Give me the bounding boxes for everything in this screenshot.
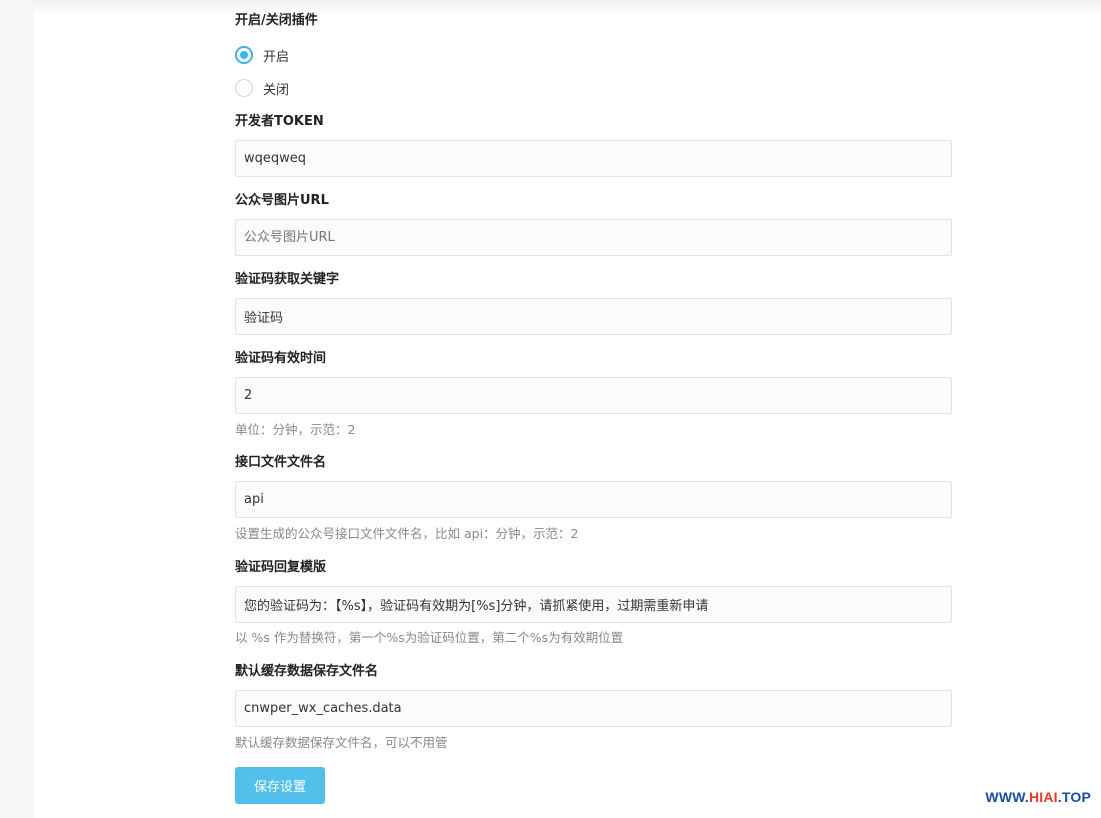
save-settings-button[interactable]: 保存设置: [235, 767, 325, 804]
valid-time-input[interactable]: [235, 377, 952, 414]
watermark-accent: HIAI: [1028, 789, 1058, 805]
api-file-input[interactable]: [235, 481, 952, 518]
watermark-suffix: .TOP: [1057, 789, 1091, 805]
cache-file-input[interactable]: [235, 690, 952, 727]
radio-label-enable: 开启: [263, 49, 290, 65]
api-file-help: 设置生成的公众号接口文件文件名，比如 api：分钟，示范：2: [235, 526, 579, 541]
keyword-input[interactable]: [235, 298, 952, 335]
radio-label-disable: 关闭: [263, 82, 290, 98]
valid-time-help: 单位：分钟，示范：2: [235, 422, 356, 437]
reply-template-input[interactable]: [235, 586, 952, 623]
radio-checked-icon[interactable]: [235, 46, 253, 64]
image-url-label: 公众号图片URL: [235, 193, 329, 208]
keyword-label: 验证码获取关键字: [235, 272, 340, 287]
radio-option-enable[interactable]: 开启: [235, 45, 289, 65]
token-input[interactable]: [235, 140, 952, 177]
cache-file-help: 默认缓存数据保存文件名，可以不用管: [235, 735, 448, 750]
settings-panel: 开启/关闭插件 开启 关闭 开发者TOKEN 公众号图片URL 验证码获取关键字…: [34, 0, 1101, 818]
token-label: 开发者TOKEN: [235, 114, 324, 129]
valid-time-label: 验证码有效时间: [235, 351, 327, 366]
reply-template-help: 以 %s 作为替换符，第一个%s为验证码位置，第二个%s为有效期位置: [235, 630, 624, 645]
site-watermark: WWW.HIAI.TOP: [985, 789, 1091, 805]
radio-option-disable[interactable]: 关闭: [235, 78, 289, 98]
reply-template-label: 验证码回复模版: [235, 560, 327, 575]
cache-file-label: 默认缓存数据保存文件名: [235, 664, 379, 679]
radio-unchecked-icon[interactable]: [235, 79, 253, 97]
api-file-label: 接口文件文件名: [235, 455, 327, 470]
watermark-prefix: WWW.: [985, 789, 1029, 805]
image-url-input[interactable]: [235, 219, 952, 256]
plugin-toggle-label: 开启/关闭插件: [235, 13, 318, 28]
